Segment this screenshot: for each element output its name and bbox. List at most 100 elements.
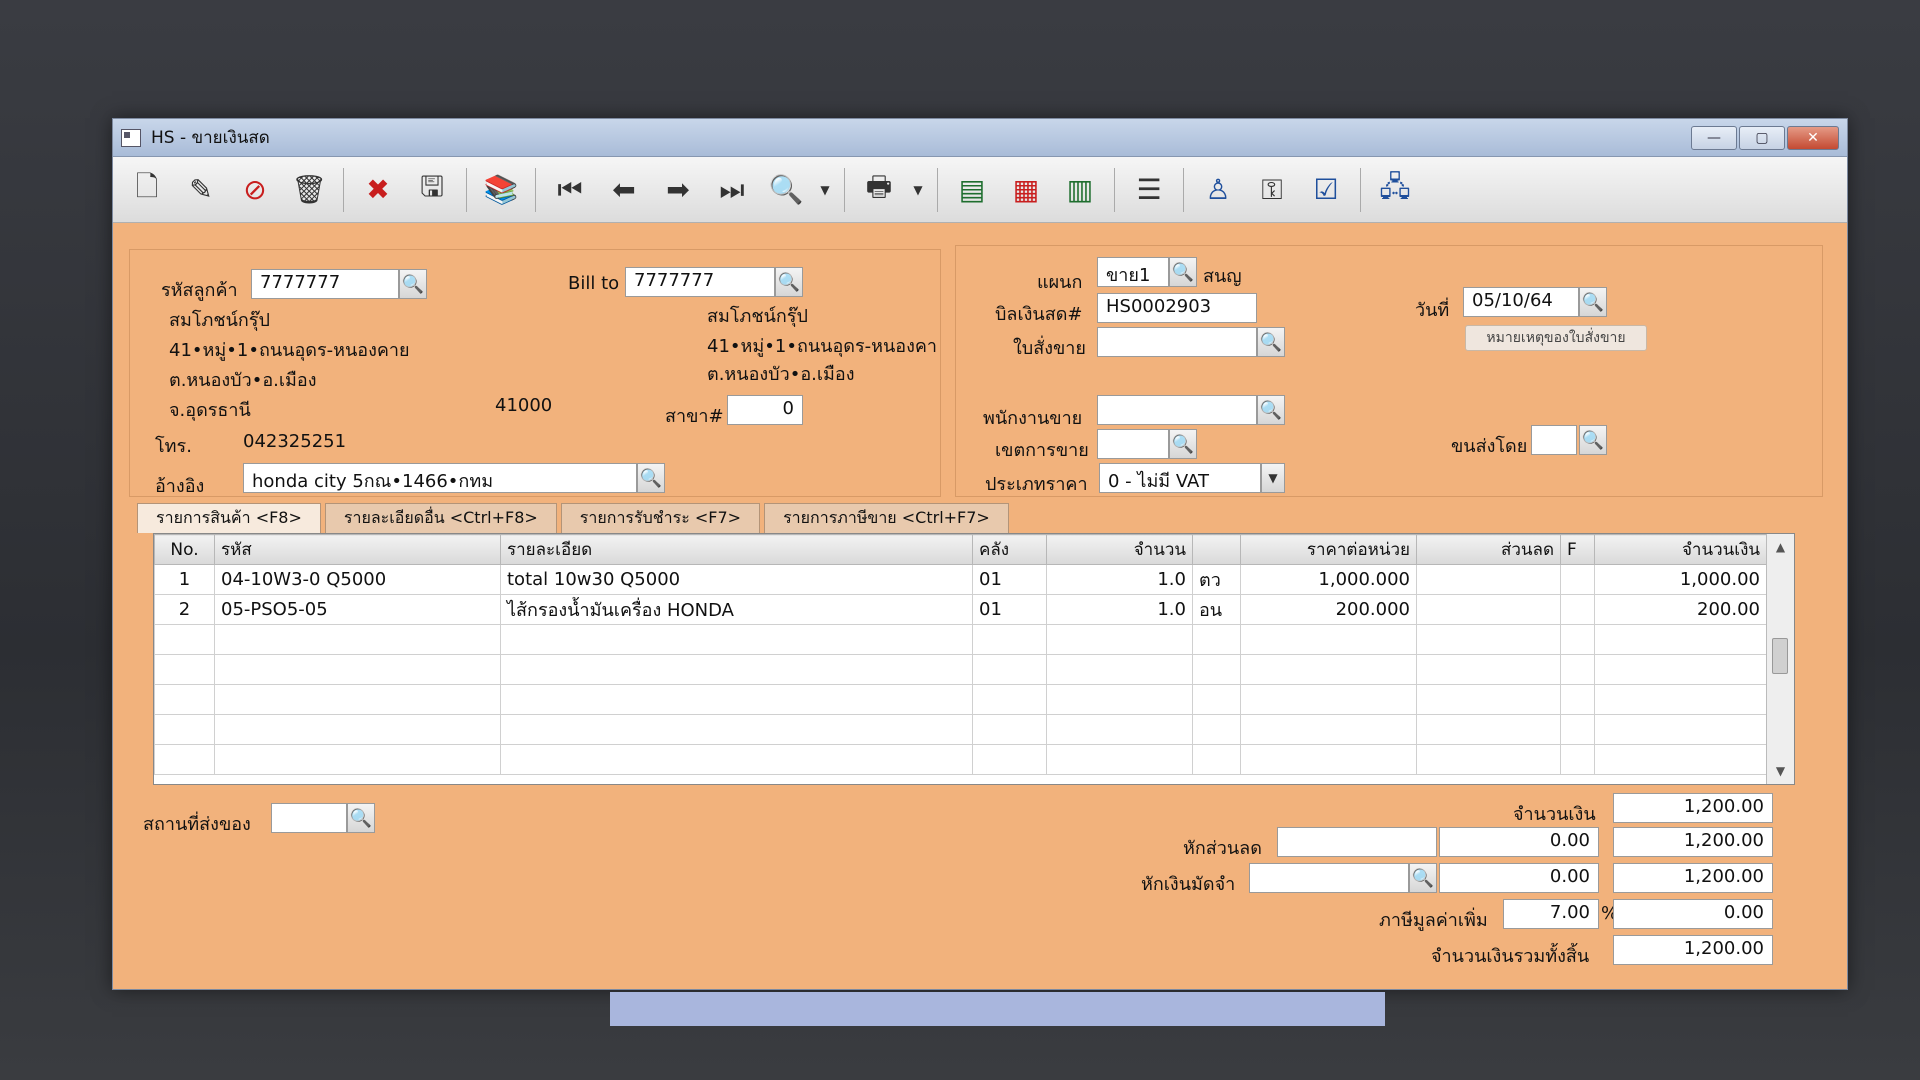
deposit-value-field[interactable]: 0.00 — [1439, 863, 1599, 893]
print-dropdown-icon[interactable]: ▼ — [909, 167, 927, 213]
scroll-down-icon[interactable]: ▼ — [1767, 758, 1794, 784]
print-icon[interactable]: 🖶 — [855, 167, 903, 213]
table-row-empty[interactable] — [154, 744, 1767, 775]
cell-warehouse[interactable]: 01 — [972, 594, 1047, 625]
salesman-field[interactable] — [1097, 395, 1257, 425]
close-button[interactable]: ✕ — [1787, 125, 1839, 150]
sales-order-note-button[interactable]: หมายเหตุของใบสั่งขาย — [1465, 325, 1647, 351]
search-document-icon[interactable]: 🔍 — [762, 167, 810, 213]
cell-discount[interactable] — [1416, 564, 1561, 595]
search-icon[interactable]: 🔍 — [1257, 327, 1285, 357]
tab-items[interactable]: รายการสินค้า <F8> — [137, 503, 321, 533]
col-no[interactable]: No. — [154, 534, 215, 565]
cell-no[interactable]: 1 — [154, 564, 215, 595]
table-row-empty[interactable] — [154, 714, 1767, 745]
col-amount[interactable]: จำนวนเงิน — [1594, 534, 1767, 565]
tab-payments[interactable]: รายการรับชำระ <F7> — [560, 503, 761, 533]
scroll-up-icon[interactable]: ▲ — [1767, 534, 1794, 560]
cell-code[interactable]: 04-10W3-0 Q5000 — [214, 564, 501, 595]
cell-quantity[interactable]: 1.0 — [1046, 564, 1193, 595]
approve-user-icon[interactable]: ♙ — [1194, 167, 1242, 213]
discount-text-field[interactable] — [1277, 827, 1437, 857]
search-icon[interactable]: 🔍 — [1579, 287, 1607, 317]
cell-description[interactable]: total 10w30 Q5000 — [500, 564, 973, 595]
scrollbar-thumb[interactable] — [1772, 638, 1788, 674]
table-row-empty[interactable] — [154, 654, 1767, 685]
save-icon[interactable]: 🖫 — [408, 167, 456, 213]
cell-code[interactable]: 05-PSO5-05 — [214, 594, 501, 625]
search-icon[interactable]: 🔍 — [1579, 425, 1607, 455]
cell-unit[interactable]: อน — [1192, 594, 1241, 625]
table-scrollbar[interactable]: ▲ ▼ — [1766, 534, 1794, 784]
cell-unit-price[interactable]: 200.000 — [1240, 594, 1417, 625]
col-quantity[interactable]: จำนวน — [1046, 534, 1193, 565]
col-warehouse[interactable]: คลัง — [972, 534, 1047, 565]
maximize-button[interactable]: ▢ — [1739, 125, 1785, 150]
deposit-text-field[interactable] — [1249, 863, 1409, 893]
cell-amount[interactable]: 200.00 — [1594, 594, 1767, 625]
chevron-down-icon[interactable]: ▼ — [1261, 463, 1285, 493]
table-row-empty[interactable] — [154, 684, 1767, 715]
search-dropdown-icon[interactable]: ▼ — [816, 167, 834, 213]
discount-value-field[interactable]: 0.00 — [1439, 827, 1599, 857]
search-icon[interactable]: 🔍 — [1169, 429, 1197, 459]
search-icon[interactable]: 🔍 — [637, 463, 665, 493]
col-discount[interactable]: ส่วนลด — [1416, 534, 1561, 565]
minimize-button[interactable]: — — [1691, 125, 1737, 150]
next-record-icon[interactable]: ➡ — [654, 167, 702, 213]
bill-number-field[interactable]: HS0002903 — [1097, 293, 1257, 323]
receipt-icon[interactable]: ☰ — [1125, 167, 1173, 213]
col-code[interactable]: รหัส — [214, 534, 501, 565]
col-unit[interactable] — [1192, 534, 1241, 565]
search-icon[interactable]: 🔍 — [1257, 395, 1285, 425]
sales-area-field[interactable] — [1097, 429, 1169, 459]
cell-flag[interactable] — [1560, 594, 1595, 625]
edit-icon[interactable]: ✎ — [177, 167, 225, 213]
table-row[interactable]: 2 05-PSO5-05 ไส้กรองน้ำมันเครื่อง HONDA … — [154, 594, 1767, 625]
search-icon[interactable]: 🔍 — [1409, 863, 1437, 893]
search-icon[interactable]: 🔍 — [347, 803, 375, 833]
tab-other-details[interactable]: รายละเอียดอื่น <Ctrl+F8> — [324, 503, 557, 533]
form-icon[interactable]: ▦ — [1002, 167, 1050, 213]
vat-rate-field[interactable]: 7.00 — [1503, 899, 1599, 929]
ship-place-field[interactable] — [271, 803, 347, 833]
customer-code-field[interactable]: 7777777 — [251, 269, 399, 299]
approve-doc-icon[interactable]: ☑ — [1302, 167, 1350, 213]
new-document-icon[interactable]: 🗋 — [123, 167, 171, 213]
col-unit-price[interactable]: ราคาต่อหน่วย — [1240, 534, 1417, 565]
department-field[interactable]: ขาย1 — [1097, 257, 1169, 287]
trash-icon[interactable]: 🗑 — [285, 167, 333, 213]
books-icon[interactable]: 📚 — [477, 167, 525, 213]
col-flag[interactable]: F — [1560, 534, 1595, 565]
shipping-by-field[interactable] — [1531, 425, 1577, 455]
cell-quantity[interactable]: 1.0 — [1046, 594, 1193, 625]
cell-flag[interactable] — [1560, 564, 1595, 595]
calculator-icon[interactable]: ▥ — [1056, 167, 1104, 213]
cell-description[interactable]: ไส้กรองน้ำมันเครื่อง HONDA — [500, 594, 973, 625]
table-row[interactable]: 1 04-10W3-0 Q5000 total 10w30 Q5000 01 1… — [154, 564, 1767, 595]
first-record-icon[interactable]: ⏮ — [546, 167, 594, 213]
date-field[interactable]: 05/10/64 — [1463, 287, 1579, 317]
cell-discount[interactable] — [1416, 594, 1561, 625]
approve-key-icon[interactable]: ⚿ — [1248, 167, 1296, 213]
bill-to-code-field[interactable]: 7777777 — [625, 267, 775, 297]
cell-unit[interactable]: ตว — [1192, 564, 1241, 595]
branch-field[interactable]: 0 — [727, 395, 803, 425]
prev-record-icon[interactable]: ⬅ — [600, 167, 648, 213]
cell-warehouse[interactable]: 01 — [972, 564, 1047, 595]
last-record-icon[interactable]: ⏭ — [708, 167, 756, 213]
cancel-icon[interactable]: ✖ — [354, 167, 402, 213]
report-icon[interactable]: ▤ — [948, 167, 996, 213]
sales-order-field[interactable] — [1097, 327, 1257, 357]
network-icon[interactable]: 🖧 — [1371, 167, 1419, 213]
price-type-select[interactable]: 0 - ไม่มี VAT — [1099, 463, 1261, 493]
cell-unit-price[interactable]: 1,000.000 — [1240, 564, 1417, 595]
cell-no[interactable]: 2 — [154, 594, 215, 625]
void-icon[interactable]: ⊘ — [231, 167, 279, 213]
cell-amount[interactable]: 1,000.00 — [1594, 564, 1767, 595]
col-description[interactable]: รายละเอียด — [500, 534, 973, 565]
table-row-empty[interactable] — [154, 624, 1767, 655]
reference-field[interactable]: honda city 5กณ•1466•กทม — [243, 463, 637, 493]
search-icon[interactable]: 🔍 — [775, 267, 803, 297]
search-icon[interactable]: 🔍 — [399, 269, 427, 299]
